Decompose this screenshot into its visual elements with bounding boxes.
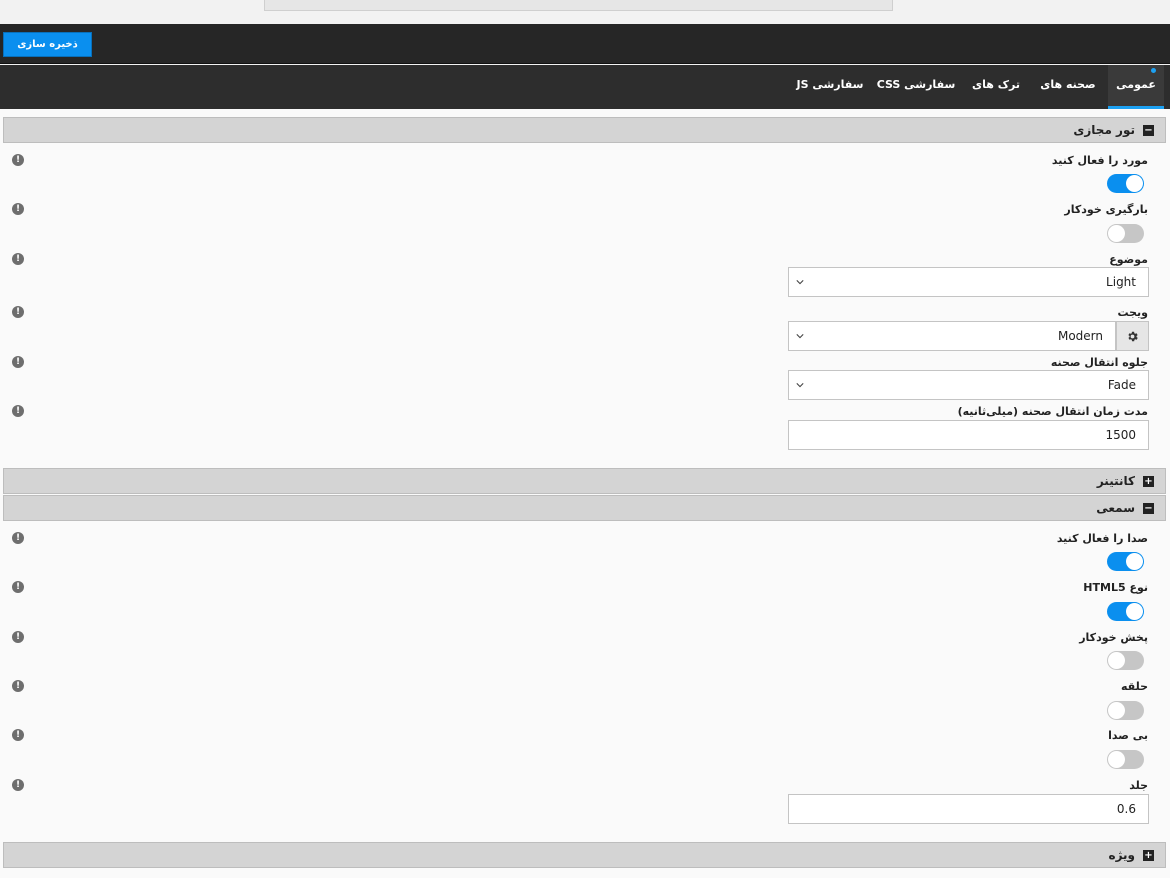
enable-item-toggle[interactable] bbox=[1107, 174, 1144, 193]
save-button[interactable]: ذخیره سازی bbox=[3, 32, 92, 57]
mute-label: بی صدا bbox=[1108, 729, 1148, 742]
duration-value: 1500 bbox=[1105, 428, 1136, 442]
info-icon[interactable]: ! bbox=[12, 581, 24, 593]
widget-label: ویجت bbox=[1117, 306, 1148, 319]
top-strip bbox=[0, 0, 1170, 24]
section-title: ویژه bbox=[1108, 848, 1135, 862]
autoload-toggle[interactable] bbox=[1107, 224, 1144, 243]
theme-label: موضوع bbox=[1109, 253, 1148, 266]
theme-value: Light bbox=[1106, 275, 1136, 289]
chevron-down-icon bbox=[796, 334, 804, 339]
tab-general-label: عمومی bbox=[1116, 78, 1156, 91]
section-container[interactable]: + کانتینر bbox=[3, 468, 1166, 494]
volume-label: جلد bbox=[1129, 779, 1148, 792]
theme-select[interactable]: Light bbox=[788, 267, 1149, 297]
section-virtual-tour[interactable]: − تور مجازی bbox=[3, 117, 1166, 143]
widget-value: Modern bbox=[1057, 329, 1103, 343]
info-icon[interactable]: ! bbox=[12, 779, 24, 791]
tab-general[interactable]: عمومی bbox=[1108, 65, 1164, 109]
tab-custom-js[interactable]: JS سفارشی bbox=[794, 65, 866, 109]
info-icon[interactable]: ! bbox=[12, 154, 24, 166]
top-scroll-bar bbox=[264, 0, 893, 11]
enable-audio-toggle[interactable] bbox=[1107, 552, 1144, 571]
section-audio[interactable]: − سمعی bbox=[3, 495, 1166, 521]
info-icon[interactable]: ! bbox=[12, 532, 24, 544]
section-title: کانتینر bbox=[1096, 474, 1135, 488]
loop-label: حلقه bbox=[1120, 680, 1148, 693]
section-title: سمعی bbox=[1096, 501, 1135, 515]
toolbar bbox=[0, 24, 1170, 64]
info-icon[interactable]: ! bbox=[12, 680, 24, 692]
widget-select[interactable]: Modern bbox=[788, 321, 1116, 351]
enable-audio-label: صدا را فعال کنید bbox=[1056, 532, 1148, 545]
volume-input[interactable]: 0.6 bbox=[788, 794, 1149, 824]
info-icon[interactable]: ! bbox=[12, 405, 24, 417]
info-icon[interactable]: ! bbox=[12, 631, 24, 643]
section-special[interactable]: + ویژه bbox=[3, 842, 1166, 868]
duration-label: مدت زمان انتقال صحنه (میلی‌ثانیه) bbox=[957, 405, 1148, 418]
section-title: تور مجازی bbox=[1073, 123, 1135, 137]
chevron-down-icon bbox=[796, 280, 804, 285]
info-icon[interactable]: ! bbox=[12, 729, 24, 741]
autoplay-toggle[interactable] bbox=[1107, 651, 1144, 670]
minus-square-icon: − bbox=[1143, 503, 1154, 514]
active-dot bbox=[1151, 68, 1156, 73]
tab-tracks[interactable]: ترک های bbox=[966, 65, 1026, 109]
chevron-down-icon bbox=[796, 383, 804, 388]
loop-toggle[interactable] bbox=[1107, 701, 1144, 720]
info-icon[interactable]: ! bbox=[12, 306, 24, 318]
settings-content: − تور مجازی ! مورد را فعال کنید ! بارگیر… bbox=[0, 109, 1170, 878]
info-icon[interactable]: ! bbox=[12, 203, 24, 215]
transition-label: جلوه انتقال صحنه bbox=[1050, 356, 1148, 369]
gear-icon bbox=[1128, 331, 1138, 342]
minus-square-icon: − bbox=[1143, 125, 1154, 136]
plus-square-icon: + bbox=[1143, 850, 1154, 861]
volume-value: 0.6 bbox=[1116, 802, 1136, 816]
enable-item-label: مورد را فعال کنید bbox=[1051, 154, 1148, 167]
mute-toggle[interactable] bbox=[1107, 750, 1144, 769]
autoload-label: بارگیری خودکار bbox=[1064, 203, 1148, 216]
html5-label: نوع HTML5 bbox=[1083, 581, 1148, 594]
transition-select[interactable]: Fade bbox=[788, 370, 1149, 400]
duration-input[interactable]: 1500 bbox=[788, 420, 1149, 450]
widget-settings-button[interactable] bbox=[1116, 321, 1149, 351]
plus-square-icon: + bbox=[1143, 476, 1154, 487]
autoplay-label: پخش خودکار bbox=[1079, 631, 1148, 644]
tab-scenes[interactable]: صحنه های bbox=[1036, 65, 1100, 109]
info-icon[interactable]: ! bbox=[12, 356, 24, 368]
html5-toggle[interactable] bbox=[1107, 602, 1144, 621]
tab-custom-css[interactable]: CSS سفارشی bbox=[876, 65, 956, 109]
transition-value: Fade bbox=[1107, 378, 1136, 392]
info-icon[interactable]: ! bbox=[12, 253, 24, 265]
tab-bar: عمومی صحنه های ترک های CSS سفارشی JS سفا… bbox=[0, 65, 1170, 109]
